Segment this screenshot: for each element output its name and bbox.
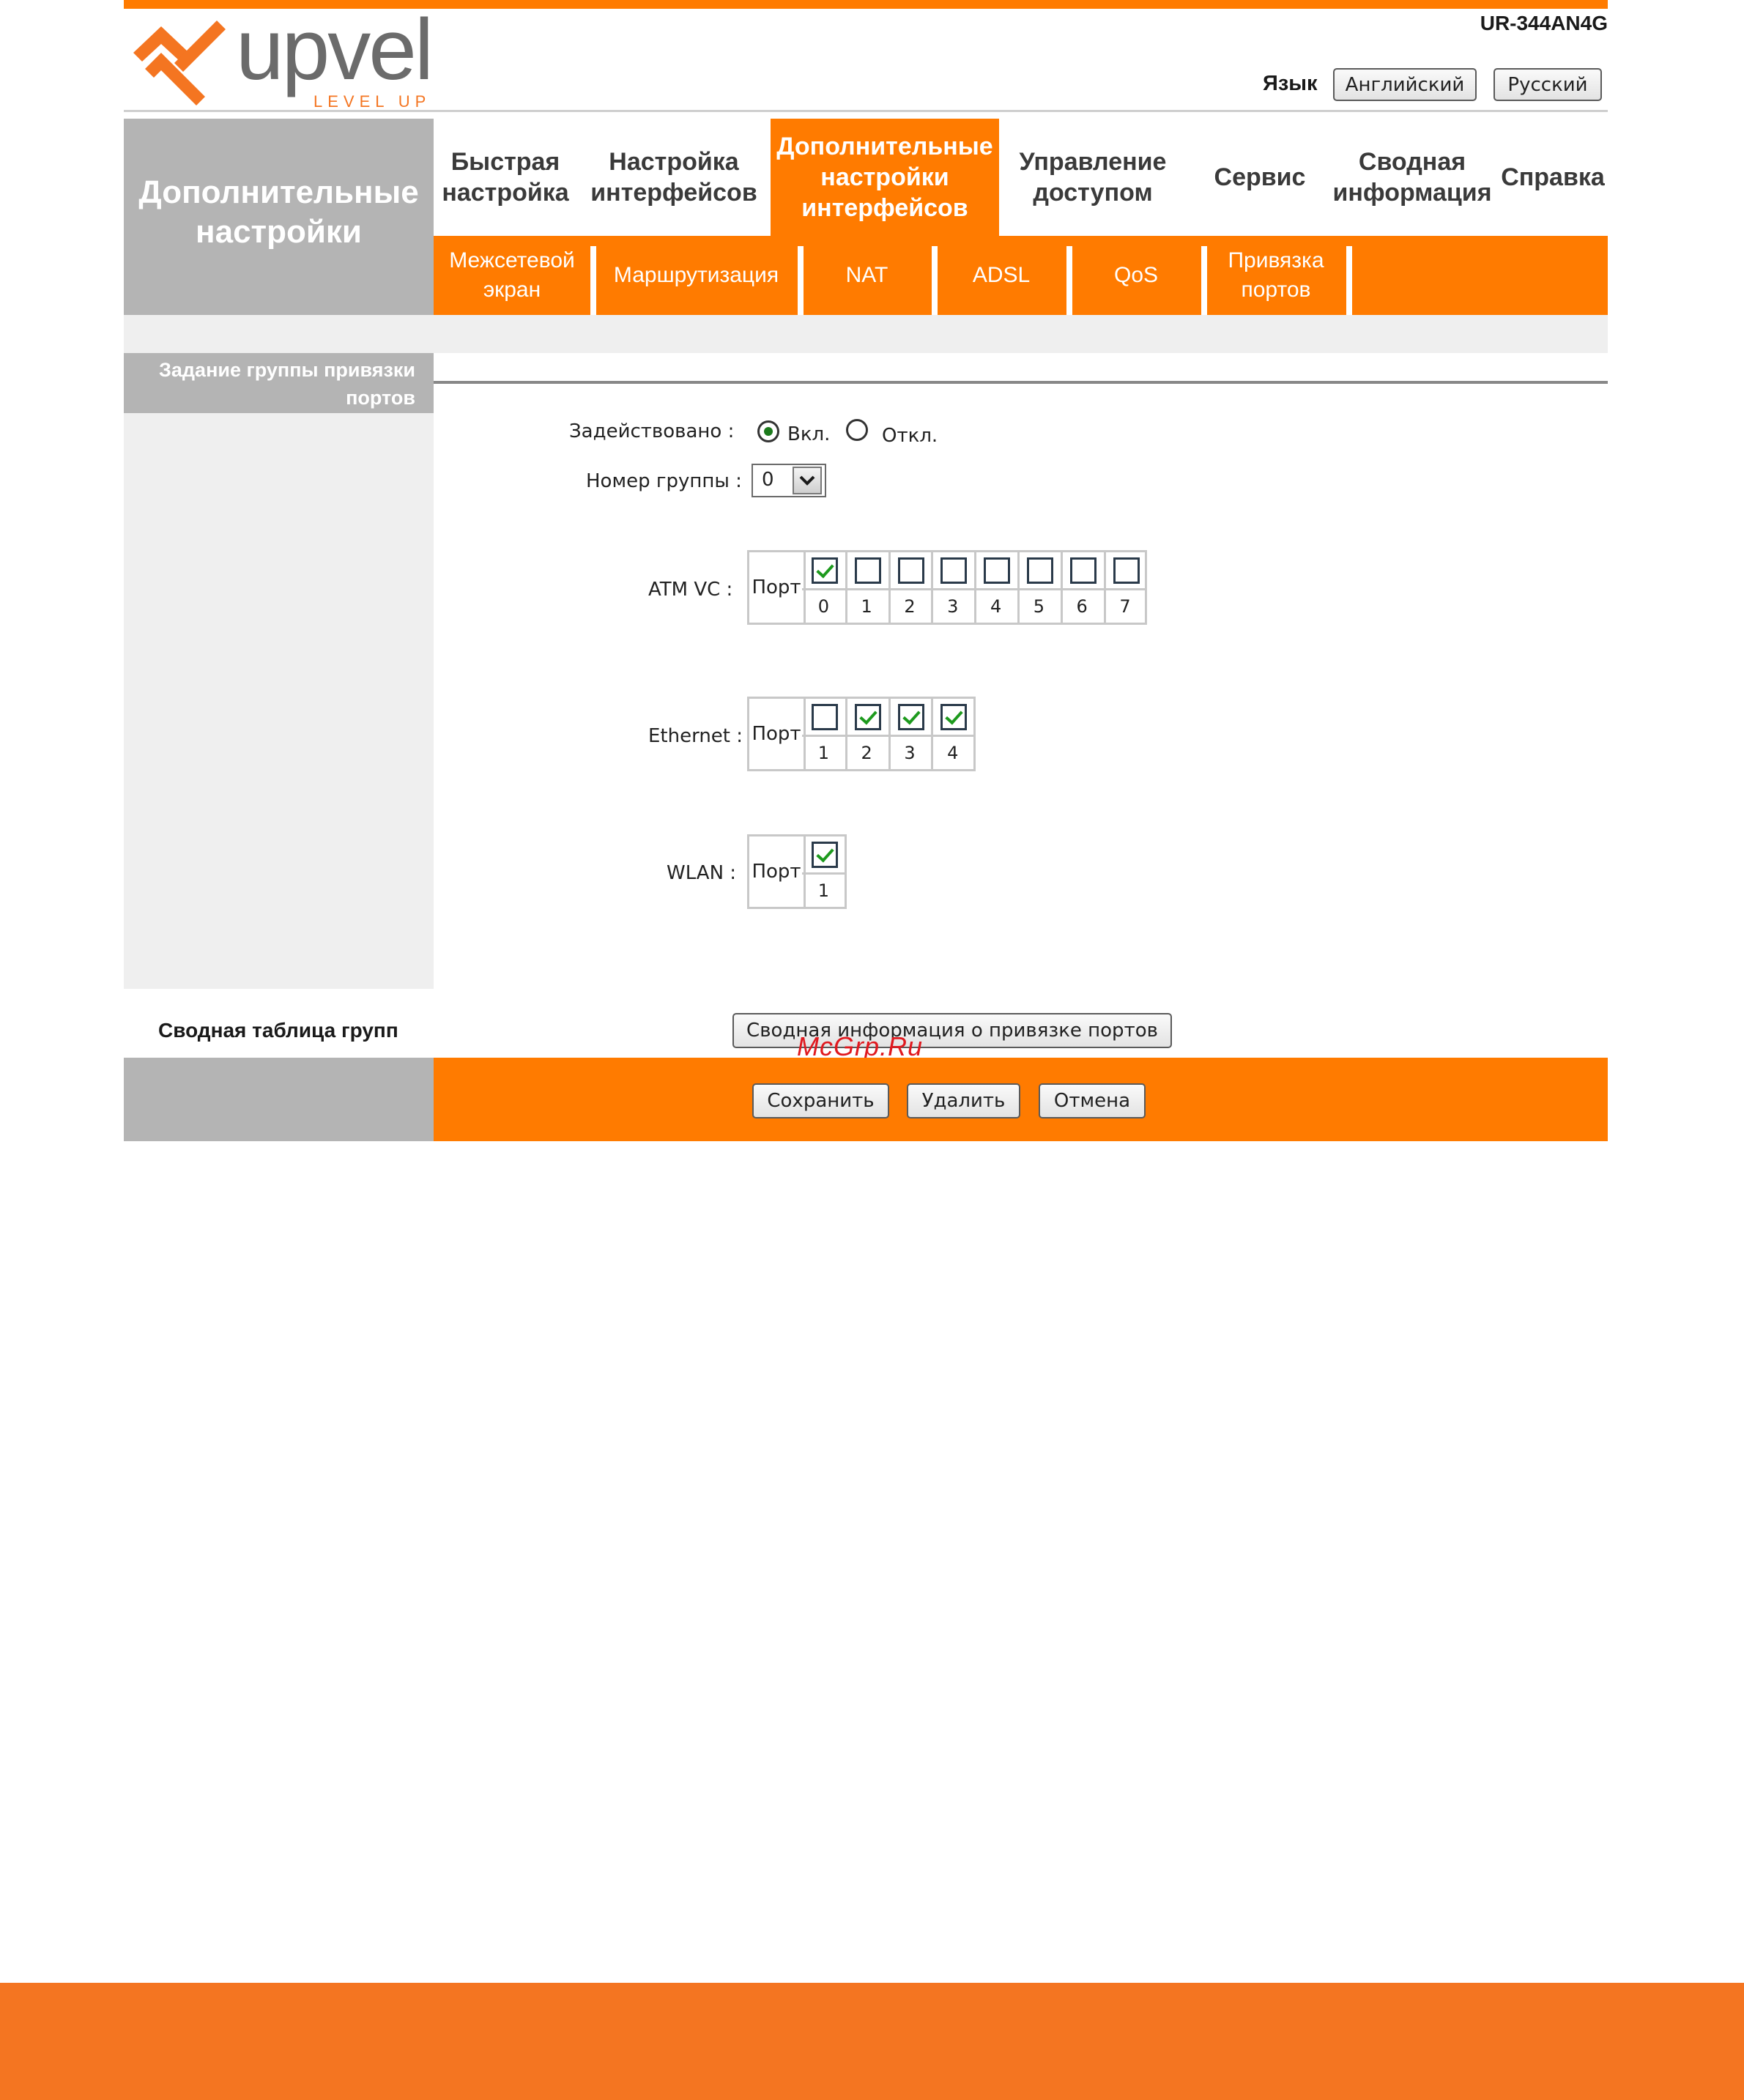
subtab-nat[interactable]: NAT [804, 236, 930, 315]
atm-port-checkbox-1[interactable] [854, 557, 881, 584]
atm-port-checkbox-5[interactable] [1027, 557, 1053, 584]
subtab-separator [1201, 246, 1207, 315]
logo-wordmark: upvel [236, 10, 431, 98]
model-name: UR-344AN4G [1480, 12, 1608, 34]
subtab-firewall[interactable]: Межсетевой экран [435, 236, 589, 315]
tab-help[interactable]: Справка [1494, 119, 1611, 236]
form-divider [434, 381, 1608, 384]
enabled-label: Задействовано : [569, 420, 735, 442]
summary-table-label: Сводная таблица групп [158, 1019, 398, 1042]
enabled-off-radio[interactable] [846, 419, 868, 441]
subtab-separator [798, 246, 804, 315]
ethernet-port-checkbox-3[interactable] [897, 704, 924, 730]
atm-port-word: Порт [749, 552, 806, 623]
atm-port-number-0: 0 [802, 588, 845, 623]
footer-action-bar [434, 1058, 1608, 1141]
group-number-label: Номер группы : [586, 470, 742, 492]
ethernet-port-number-3: 3 [888, 735, 932, 769]
wlan-port-checkbox-1[interactable] [812, 842, 838, 868]
left-column [124, 353, 434, 1058]
subtab-qos[interactable]: QoS [1072, 236, 1200, 315]
upvel-logo: upvel LEVEL UP [133, 10, 434, 111]
wlan-port-number-1: 1 [802, 872, 845, 907]
atm-port-checkbox-4[interactable] [984, 557, 1011, 584]
atm-port-number-1: 1 [845, 588, 888, 623]
tab-interface-setup[interactable]: Настройка интерфейсов [579, 119, 769, 236]
subtab-separator [590, 246, 596, 315]
subtab-separator [1066, 246, 1072, 315]
ethernet-port-number-2: 2 [845, 735, 888, 769]
subtab-routing[interactable]: Маршрутизация [596, 236, 796, 315]
header-spacer-band [124, 315, 1608, 353]
ethernet-port-checkbox-2[interactable] [854, 704, 881, 730]
atm-port-checkbox-6[interactable] [1069, 557, 1097, 584]
save-button[interactable]: Сохранить [752, 1083, 889, 1118]
wlan-label: WLAN : [667, 862, 737, 884]
ethernet-label: Ethernet : [648, 725, 743, 747]
atm-vc-label: ATM VC : [648, 579, 733, 601]
ethernet-port-number-1: 1 [802, 735, 845, 769]
group-number-value: 0 [762, 469, 774, 491]
chevron-down-icon[interactable] [793, 467, 822, 494]
footer-left-block [124, 1058, 434, 1141]
atm-port-checkbox-7[interactable] [1113, 557, 1140, 584]
tab-access-management[interactable]: Управление доступом [1003, 119, 1182, 236]
upvel-logo-mark-icon [133, 21, 226, 105]
language-russian-button[interactable]: Русский [1493, 68, 1602, 101]
ethernet-port-number-4: 4 [931, 735, 975, 769]
wlan-port-word: Порт [749, 836, 806, 907]
atm-port-number-6: 6 [1060, 588, 1104, 623]
tab-quick-setup[interactable]: Быстрая настройка [437, 119, 574, 236]
subtab-port-binding[interactable]: Привязка портов [1207, 236, 1345, 315]
subtab-separator [1346, 246, 1352, 315]
atm-port-checkbox-2[interactable] [897, 557, 924, 584]
atm-port-number-4: 4 [974, 588, 1017, 623]
atm-port-checkbox-0[interactable] [812, 557, 838, 584]
logo-tagline: LEVEL UP [313, 92, 431, 111]
atm-port-number-5: 5 [1017, 588, 1061, 623]
section-title: Дополнительные настройки [138, 174, 419, 250]
cancel-button[interactable]: Отмена [1039, 1083, 1146, 1118]
enabled-on-radio[interactable] [757, 420, 779, 442]
tab-status[interactable]: Сводная информация [1324, 119, 1500, 236]
delete-button[interactable]: Удалить [907, 1083, 1020, 1118]
language-english-button[interactable]: Английский [1333, 68, 1477, 101]
page-footer-band [0, 1983, 1744, 2100]
ethernet-port-checkbox-1[interactable] [812, 704, 838, 730]
language-label: Язык [1263, 72, 1318, 95]
ethernet-port-word: Порт [749, 699, 806, 769]
subtab-separator [932, 246, 938, 315]
atm-port-checkbox-3[interactable] [940, 557, 968, 584]
atm-port-number-2: 2 [888, 588, 932, 623]
enabled-off-label: Откл. [882, 425, 938, 447]
enabled-on-label: Вкл. [787, 423, 831, 445]
atm-port-number-3: 3 [931, 588, 975, 623]
ethernet-port-checkbox-4[interactable] [940, 704, 968, 730]
tab-maintenance[interactable]: Сервис [1187, 119, 1333, 236]
form-section-title: Задание группы привязки портов [158, 359, 415, 409]
subtab-adsl[interactable]: ADSL [938, 236, 1065, 315]
atm-port-number-7: 7 [1103, 588, 1147, 623]
top-accent-bar [124, 0, 1608, 9]
tab-advanced-setup[interactable]: Дополнительные настройки интерфейсов [771, 119, 999, 236]
header-divider [124, 110, 1608, 112]
